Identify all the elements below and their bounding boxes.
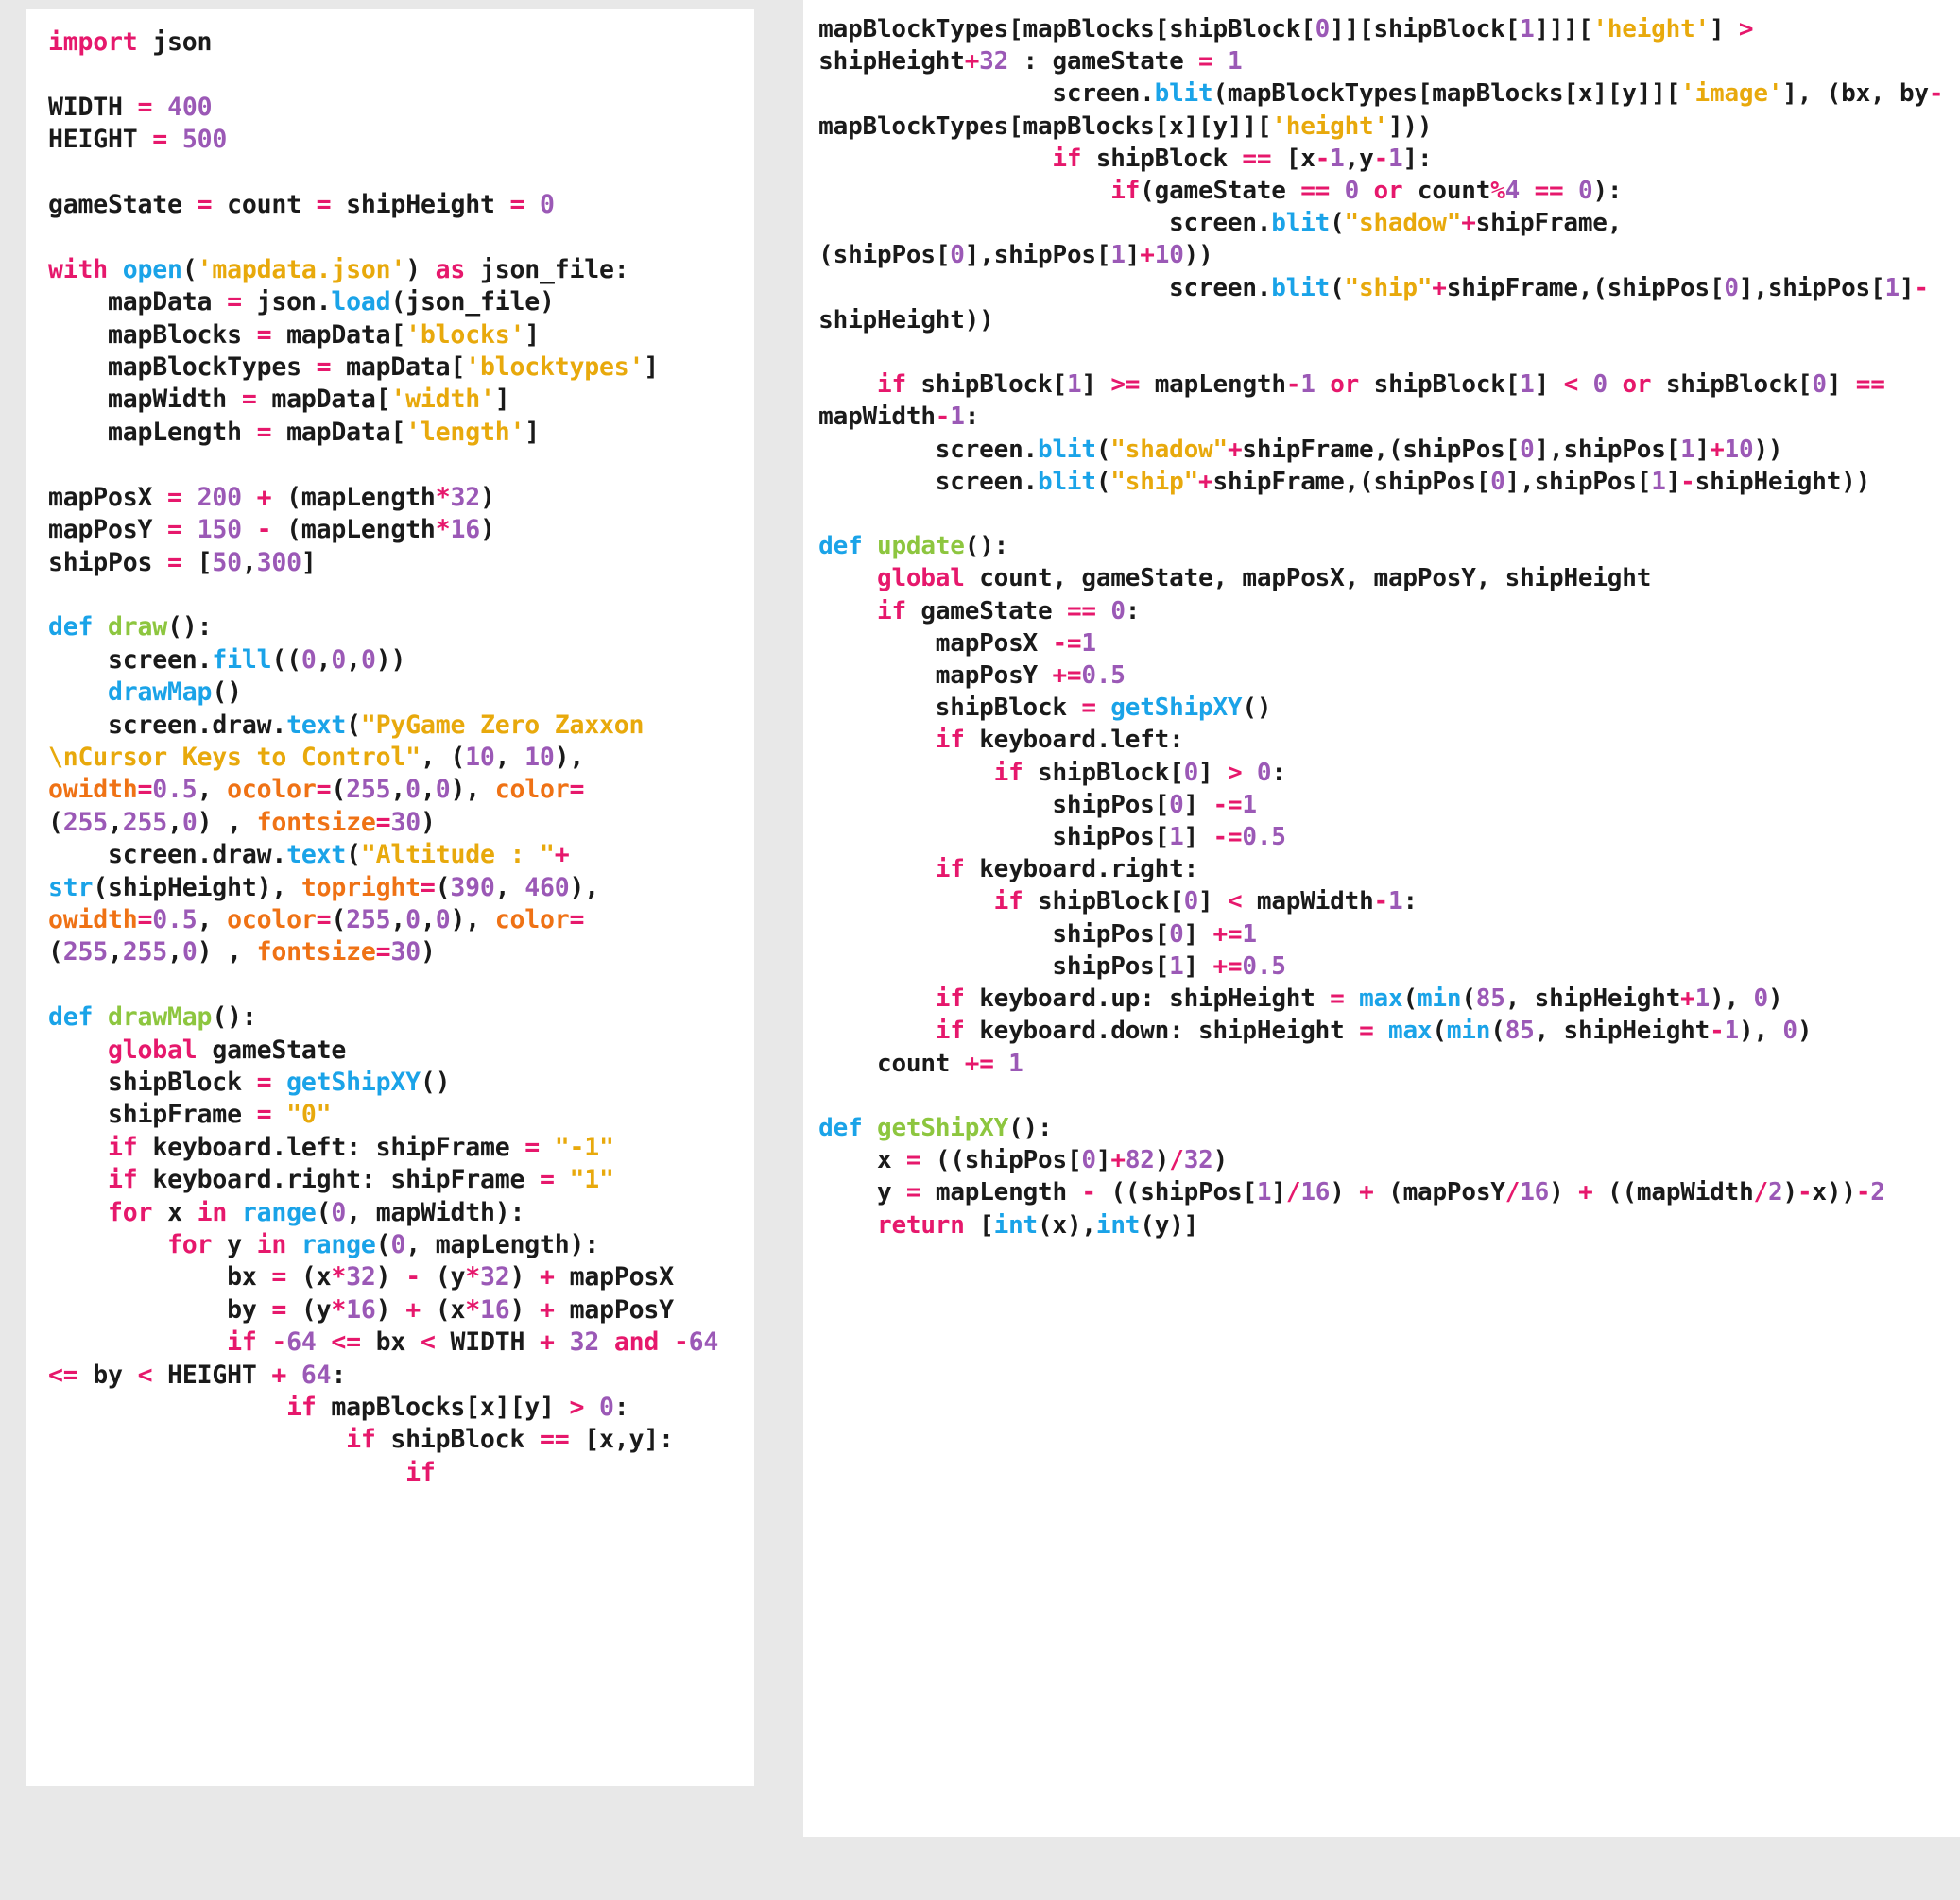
code-line: shipBlock = getShipXY() <box>935 693 1272 723</box>
code-line: gameState = count = shipHeight = 0 <box>48 190 555 220</box>
left-code-listing[interactable]: import json WIDTH = 400 HEIGHT = 500 game… <box>48 26 745 1489</box>
code-line: drawMap() <box>108 677 242 708</box>
code-line: if keyboard.right: shipFrame = "1" <box>108 1165 614 1195</box>
code-line: screen.fill((0,0,0)) <box>108 644 406 675</box>
code-line: global gameState <box>108 1035 347 1065</box>
code-line: with open('mapdata.json') as json_file: <box>48 254 629 284</box>
code-line: if(gameState == 0 or count%4 == 0): <box>1110 177 1623 206</box>
code-line: bx = (x*32) - (y*32) + mapPosX <box>227 1262 674 1292</box>
code-line: by = (y*16) + (x*16) + mapPosY <box>227 1294 674 1325</box>
code-line: WIDTH = 400 <box>48 92 213 122</box>
code-line: screen.blit("shadow"+shipFrame,(shipPos[… <box>935 435 1783 464</box>
code-line: x = ((shipPos[0]+82)/32) <box>876 1146 1229 1175</box>
code-line: mapBlocks = mapData['blocks'] <box>108 319 540 350</box>
code-line: mapBlockTypes[mapBlocks[shipBlock[0]][sh… <box>818 15 1754 77</box>
code-line: if shipBlock[1] >= mapLength-1 or shipBl… <box>818 370 1885 432</box>
code-line: count += 1 <box>876 1049 1023 1078</box>
code-line: if keyboard.up: shipHeight = max(min(85,… <box>935 984 1783 1014</box>
code-line: for y in range(0, mapLength): <box>167 1230 600 1260</box>
code-line: if mapBlocks[x][y] > 0: <box>286 1393 629 1423</box>
code-line: y = mapLength - ((shipPos[1]/16) + (mapP… <box>876 1178 1885 1207</box>
code-line: shipPos = [50,300] <box>48 547 317 577</box>
code-line: shipPos[0] -=1 <box>1052 790 1257 819</box>
code-line: shipPos[0] +=1 <box>1052 919 1257 949</box>
code-line: if keyboard.left: shipFrame = "-1" <box>108 1132 614 1162</box>
code-line: mapBlockTypes = mapData['blocktypes'] <box>108 352 660 383</box>
code-line: shipPos[1] +=0.5 <box>1052 951 1286 981</box>
screenshot-root: import json WIDTH = 400 HEIGHT = 500 game… <box>0 0 1960 1900</box>
code-line: if keyboard.right: <box>935 855 1199 884</box>
code-line: screen.blit(mapBlockTypes[mapBlocks[x][y… <box>818 79 1944 141</box>
code-line: def getShipXY(): <box>818 1113 1053 1142</box>
code-line: if shipBlock[0] > 0: <box>993 758 1286 787</box>
left-code-panel: import json WIDTH = 400 HEIGHT = 500 game… <box>26 9 755 1786</box>
code-line: shipPos[1] -=0.5 <box>1052 823 1286 852</box>
right-code-panel: mapBlockTypes[mapBlocks[shipBlock[0]][sh… <box>803 0 1960 1837</box>
code-line: if gameState == 0: <box>876 596 1141 625</box>
code-line: if shipBlock[0] < mapWidth-1: <box>993 887 1418 916</box>
code-line: mapPosX = 200 + (mapLength*32) <box>48 482 495 512</box>
code-line: screen.blit("shadow"+shipFrame,(shipPos[… <box>818 209 1623 270</box>
code-line: shipFrame = "0" <box>108 1100 332 1130</box>
code-line: if keyboard.left: <box>935 726 1184 755</box>
code-line: screen.draw.text("Altitude : "+ str(ship… <box>48 840 614 967</box>
code-line: return [int(x),int(y)] <box>876 1210 1199 1240</box>
code-line: mapPosY = 150 - (mapLength*16) <box>48 515 495 545</box>
code-line: screen.blit("ship"+shipFrame,(shipPos[0]… <box>935 467 1871 496</box>
code-line: import json <box>48 27 213 57</box>
code-line: mapData = json.load(json_file) <box>108 287 555 317</box>
code-line: def update(): <box>818 532 1009 561</box>
code-line: if shipBlock == [x-1,y-1]: <box>1052 144 1433 173</box>
code-line: def draw(): <box>48 612 213 642</box>
code-line: for x in range(0, mapWidth): <box>108 1197 525 1227</box>
code-line: if keyboard.down: shipHeight = max(min(8… <box>935 1017 1813 1046</box>
code-line: screen.blit("ship"+shipFrame,(shipPos[0]… <box>818 273 1929 334</box>
right-code-listing[interactable]: mapBlockTypes[mapBlocks[shipBlock[0]][sh… <box>818 13 1952 1241</box>
code-line: if <box>405 1457 436 1487</box>
code-line: mapPosY +=0.5 <box>935 661 1126 691</box>
code-line: if shipBlock == [x,y]: <box>346 1425 674 1455</box>
code-line: screen.draw.text("PyGame Zero Zaxxon \nC… <box>48 710 660 837</box>
code-line: global count, gameState, mapPosX, mapPos… <box>876 564 1652 593</box>
code-line: mapWidth = mapData['width'] <box>108 385 510 415</box>
code-line: if -64 <= bx < WIDTH + 32 and -64 <= by … <box>48 1327 719 1390</box>
code-line: mapPosX -=1 <box>935 628 1096 658</box>
code-line: HEIGHT = 500 <box>48 125 228 155</box>
code-line: mapLength = mapData['length'] <box>108 417 540 447</box>
code-line: shipBlock = getShipXY() <box>108 1068 451 1097</box>
code-line: def drawMap(): <box>48 1002 257 1033</box>
